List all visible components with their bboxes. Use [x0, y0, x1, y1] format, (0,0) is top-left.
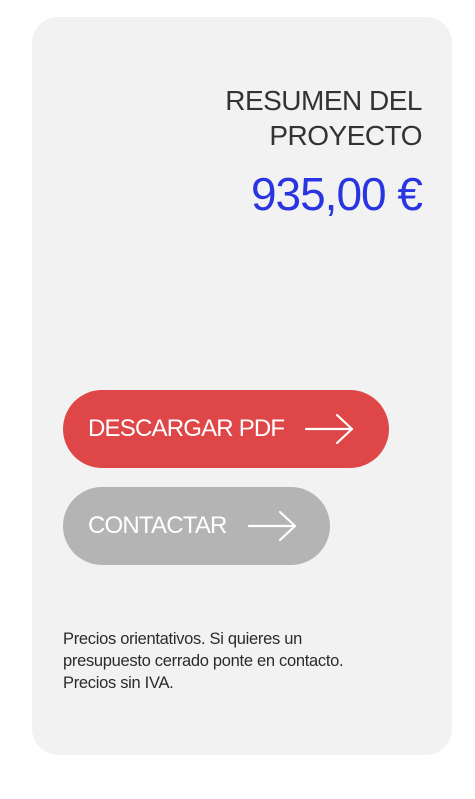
arrow-right-icon [247, 509, 299, 543]
total-price: 935,00 € [250, 168, 423, 220]
arrow-right-icon [304, 412, 356, 446]
download-pdf-button[interactable]: DESCARGAR PDF [63, 390, 389, 468]
disclaimer-line-3: Precios sin IVA. [63, 674, 174, 692]
summary-title-line-1: RESUMEN DEL [225, 85, 422, 116]
project-summary-card: RESUMEN DEL PROYECTO 935,00 € DESCARGAR … [32, 17, 452, 755]
contact-button[interactable]: CONTACTAR [63, 487, 330, 565]
contact-label: CONTACTAR [88, 512, 227, 539]
disclaimer-line-1: Precios orientativos. Si quieres un [63, 630, 302, 648]
summary-title-line-2: PROYECTO [269, 120, 422, 151]
summary-title: RESUMEN DEL PROYECTO [122, 83, 422, 153]
download-pdf-label: DESCARGAR PDF [88, 415, 285, 442]
disclaimer-line-2: presupuesto cerrado ponte en contacto. [63, 652, 344, 670]
pricing-disclaimer: Precios orientativos. Si quieres un pres… [63, 628, 403, 694]
